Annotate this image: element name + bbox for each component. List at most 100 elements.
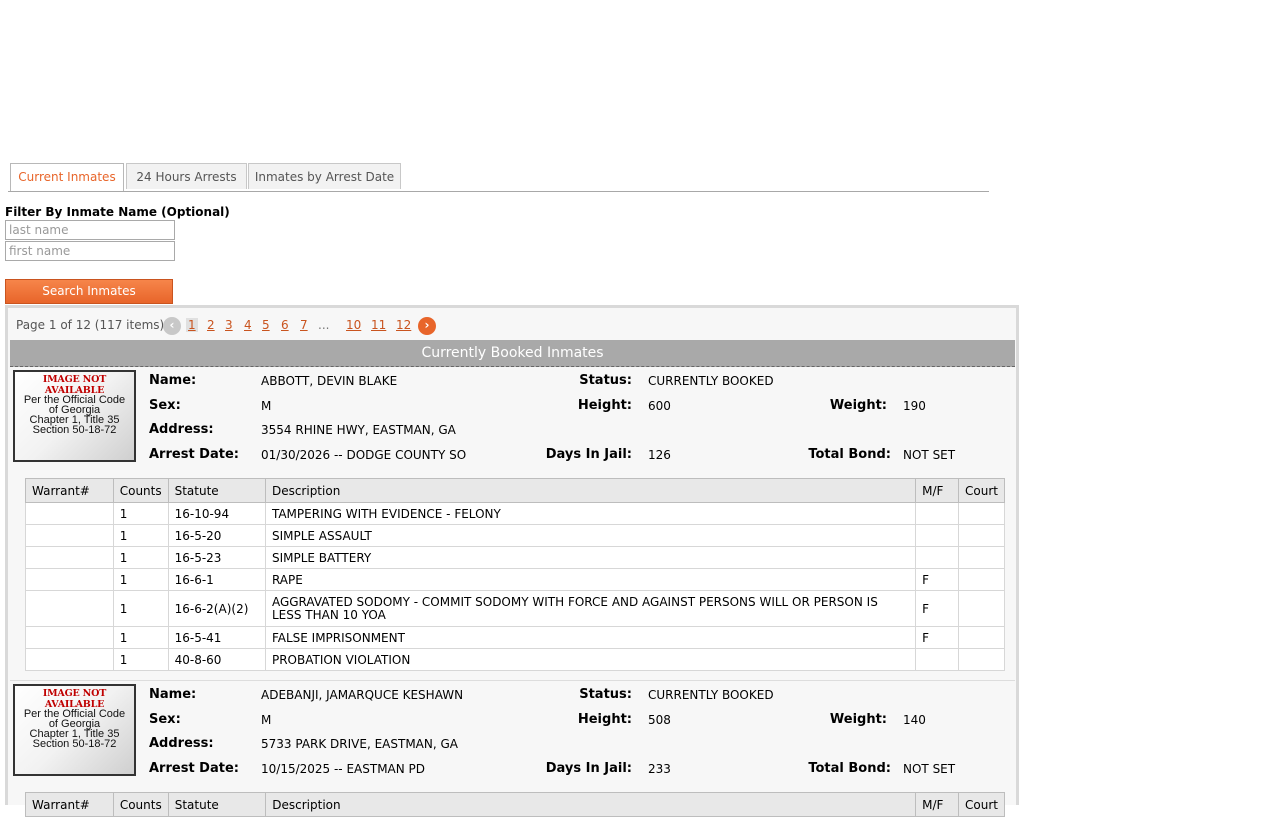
charge-description: PROBATION VIOLATION xyxy=(264,648,917,671)
georgia-code-notice: Per the Official Code of Georgia Chapter… xyxy=(15,395,134,436)
inmate-height: 600 xyxy=(648,399,671,413)
charge-statute: 40-8-60 xyxy=(167,648,266,671)
inmate-weight: 140 xyxy=(903,713,926,727)
page-link-12[interactable]: 12 xyxy=(396,318,411,332)
col-mf: M/F xyxy=(915,478,960,503)
page-link-6[interactable]: 6 xyxy=(281,318,289,332)
page-link-10[interactable]: 10 xyxy=(346,318,361,332)
charge-statute: 16-6-2(A)(2) xyxy=(167,590,266,627)
charge-statute: 16-5-20 xyxy=(167,524,266,547)
inmate-name: ABBOTT, DEVIN BLAKE xyxy=(261,374,398,388)
total-bond-label: Total Bond: xyxy=(808,761,891,776)
charge-court xyxy=(958,502,1005,525)
page-link-11[interactable]: 11 xyxy=(371,318,386,332)
tab-24-hours-arrests[interactable]: 24 Hours Arrests xyxy=(126,163,247,189)
inmate-status: CURRENTLY BOOKED xyxy=(648,688,774,702)
charge-row: 1 16-6-2(A)(2) AGGRAVATED SODOMY - COMMI… xyxy=(25,590,1005,627)
image-not-available-text: IMAGE NOT AVAILABLE xyxy=(42,374,107,396)
charge-counts: 1 xyxy=(112,648,169,671)
charge-warrant xyxy=(25,502,114,525)
charge-description: SIMPLE BATTERY xyxy=(264,546,917,569)
arrest-date-label: Arrest Date: xyxy=(149,447,239,462)
charge-counts: 1 xyxy=(112,590,169,627)
weight-label: Weight: xyxy=(829,712,887,727)
col-statute: Statute xyxy=(167,792,267,817)
last-name-input[interactable] xyxy=(5,220,175,240)
image-not-available-text: IMAGE NOT AVAILABLE xyxy=(42,688,107,710)
charge-mf xyxy=(915,524,960,547)
charge-warrant xyxy=(25,546,114,569)
next-page-icon[interactable]: › xyxy=(418,317,436,335)
charge-row: 1 16-6-1 RAPE F xyxy=(25,568,1005,591)
search-inmates-button[interactable]: Search Inmates xyxy=(5,279,173,304)
pager-info: Page 1 of 12 (117 items) xyxy=(16,318,165,332)
height-label: Height: xyxy=(577,398,632,413)
notice-line: Section 50-18-72 xyxy=(32,424,117,436)
sex-label: Sex: xyxy=(149,398,181,413)
total-bond-label: Total Bond: xyxy=(808,447,891,462)
first-name-input[interactable] xyxy=(5,241,175,261)
height-label: Height: xyxy=(577,712,632,727)
inmate-name: ADEBANJI, JAMARQUCE KESHAWN xyxy=(261,688,464,702)
status-label: Status: xyxy=(579,373,632,388)
col-description: Description xyxy=(264,478,917,503)
charge-court xyxy=(958,648,1005,671)
status-label: Status: xyxy=(579,687,632,702)
tab-inmates-by-arrest-date[interactable]: Inmates by Arrest Date xyxy=(248,163,401,189)
charge-warrant xyxy=(25,524,114,547)
tab-current-inmates[interactable]: Current Inmates xyxy=(10,163,124,191)
col-statute: Statute xyxy=(167,478,266,503)
inmate-total-bond: NOT SET xyxy=(903,448,956,462)
charge-court xyxy=(958,626,1005,649)
charge-warrant xyxy=(25,568,114,591)
sex-label: Sex: xyxy=(149,712,181,727)
page-link-5[interactable]: 5 xyxy=(262,318,270,332)
inmate-arrest-date: 01/30/2026 -- DODGE COUNTY SO xyxy=(261,448,467,462)
inmate-height: 508 xyxy=(648,713,671,727)
filter-label: Filter By Inmate Name (Optional) xyxy=(5,205,230,219)
page-link-4[interactable]: 4 xyxy=(244,318,252,332)
charge-statute: 16-6-1 xyxy=(167,568,266,591)
inmate-days-in-jail: 233 xyxy=(648,762,671,776)
inmate-address: 5733 PARK DRIVE, EASTMAN, GA xyxy=(261,737,459,751)
charge-mf: F xyxy=(915,568,960,591)
charge-description: TAMPERING WITH EVIDENCE - FELONY xyxy=(264,502,917,525)
charge-counts: 1 xyxy=(112,568,169,591)
charge-court xyxy=(958,590,1005,627)
col-counts: Counts xyxy=(112,792,169,817)
inmate-total-bond: NOT SET xyxy=(903,762,956,776)
inmate-photo-placeholder: IMAGE NOT AVAILABLE Per the Official Cod… xyxy=(13,684,136,776)
charge-mf xyxy=(915,502,960,525)
page-link-3[interactable]: 3 xyxy=(225,318,233,332)
charge-mf: F xyxy=(915,626,960,649)
col-court: Court xyxy=(958,792,1005,817)
col-counts: Counts xyxy=(112,478,169,503)
inmate-sex: M xyxy=(261,399,272,413)
days-in-jail-label: Days In Jail: xyxy=(545,447,632,462)
inmate-tabs: Current Inmates 24 Hours Arrests Inmates… xyxy=(8,163,989,192)
page-link-2[interactable]: 2 xyxy=(207,318,215,332)
inmate-address: 3554 RHINE HWY, EASTMAN, GA xyxy=(261,423,456,437)
name-label: Name: xyxy=(149,687,197,702)
charges-table: Warrant# Counts Statute Description M/F … xyxy=(25,478,1005,671)
col-warrant: Warrant# xyxy=(25,792,114,817)
charge-counts: 1 xyxy=(112,524,169,547)
notice-line: Section 50-18-72 xyxy=(32,738,117,750)
prev-page-icon[interactable]: ‹ xyxy=(163,317,181,335)
weight-label: Weight: xyxy=(829,398,887,413)
georgia-code-notice: Per the Official Code of Georgia Chapter… xyxy=(15,709,134,750)
charge-mf: F xyxy=(915,590,960,627)
charge-description: RAPE xyxy=(264,568,917,591)
address-label: Address: xyxy=(149,736,214,751)
page-link-7[interactable]: 7 xyxy=(300,318,308,332)
inmate-weight: 190 xyxy=(903,399,926,413)
charges-table: Warrant# Counts Statute Description M/F … xyxy=(25,792,1005,817)
address-label: Address: xyxy=(149,422,214,437)
col-court: Court xyxy=(958,478,1005,503)
inmate-status: CURRENTLY BOOKED xyxy=(648,374,774,388)
charge-warrant xyxy=(25,626,114,649)
page-link-1[interactable]: 1 xyxy=(186,318,198,332)
charge-court xyxy=(958,568,1005,591)
charges-header-row: Warrant# Counts Statute Description M/F … xyxy=(25,792,1005,817)
col-mf: M/F xyxy=(915,792,960,817)
